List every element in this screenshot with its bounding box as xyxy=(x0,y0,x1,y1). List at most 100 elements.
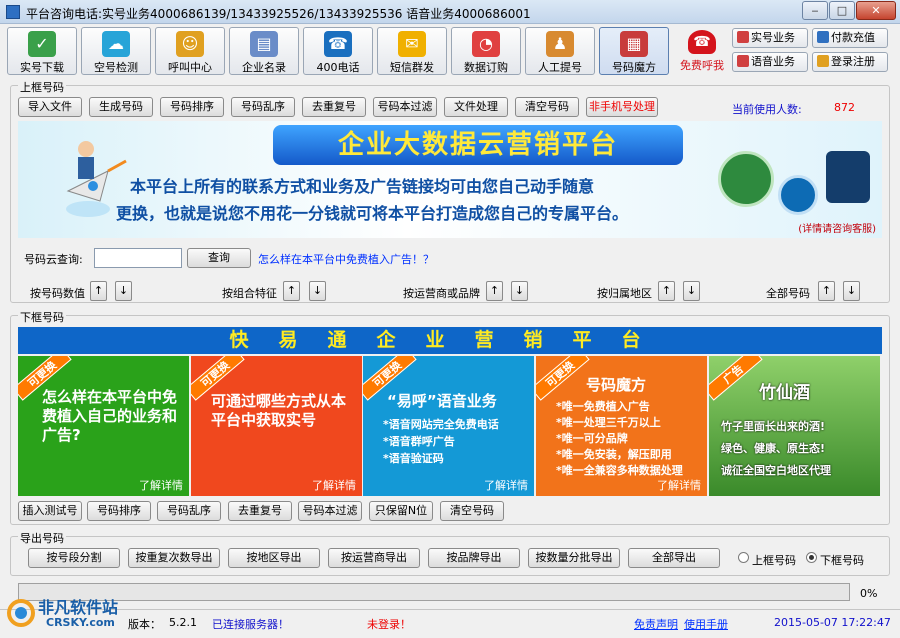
toolbar-400-phone-button[interactable]: ☎ 400电话 xyxy=(303,27,373,75)
close-button[interactable]: ✕ xyxy=(856,1,896,20)
card-more-link[interactable]: 了解详情 xyxy=(312,477,356,493)
card-more-link[interactable]: 了解详情 xyxy=(139,477,183,493)
toolbar-data-order-button[interactable]: ◔ 数据订购 xyxy=(451,27,521,75)
sort-carrier-up-button[interactable]: ↑ xyxy=(486,281,503,301)
lock-icon xyxy=(817,55,829,67)
sort-region-up-button[interactable]: ↑ xyxy=(658,281,675,301)
lower-frame-label: 下框号码 xyxy=(18,309,66,325)
cloud-upload-icon: ☁ xyxy=(102,31,130,57)
ad-help-link[interactable]: 怎么样在本平台中免费植入广告！？ xyxy=(258,251,434,267)
radio-lower-frame[interactable] xyxy=(806,552,817,563)
export-by-segment-button[interactable]: 按号段分割 xyxy=(28,548,120,568)
free-call-button[interactable]: ☎ 免费呼我 xyxy=(676,27,728,75)
ad-card-5[interactable]: 广告 竹仙酒 竹子里面长出来的酒! 绿色、健康、原生态! 诚征全国空白地区代理 xyxy=(709,356,880,496)
radio-upper-frame[interactable] xyxy=(738,552,749,563)
pie-chart-icon: ◔ xyxy=(472,31,500,57)
user-icon xyxy=(737,55,749,67)
sort-all-down-button[interactable]: ↓ xyxy=(843,281,860,301)
non-mobile-process-button[interactable]: 非手机号处理 xyxy=(586,97,658,117)
dedupe-button[interactable]: 去重复号 xyxy=(302,97,366,117)
card-line: 绿色、健康、原生态! xyxy=(721,442,826,455)
download-icon: ✓ xyxy=(28,31,56,57)
lower-clear-button[interactable]: 清空号码 xyxy=(440,501,504,521)
card-more-link[interactable]: 了解详情 xyxy=(657,477,701,493)
export-by-batch-button[interactable]: 按数量分批导出 xyxy=(528,548,620,568)
toolbar-manual-pick-button[interactable]: ♟ 人工提号 xyxy=(525,27,595,75)
server-status: 已连接服务器！ xyxy=(212,618,289,631)
promo-banner[interactable]: 企业大数据云营销平台 本平台上所有的联系方式和业务及广告链接均可由您自己动手随意… xyxy=(18,121,882,238)
datetime: 2015-05-07 17:22:47 xyxy=(774,616,891,629)
minimize-button[interactable]: ‒ xyxy=(802,1,828,20)
maximize-button[interactable]: □ xyxy=(829,1,855,20)
manual-link[interactable]: 使用手册 xyxy=(684,616,728,632)
toolbar-empty-check-button[interactable]: ☁ 空号检测 xyxy=(81,27,151,75)
toolbar-sms-button[interactable]: ✉ 短信群发 xyxy=(377,27,447,75)
people-icon: ☺ xyxy=(176,31,204,57)
toolbar-directory-button[interactable]: ▤ 企业名录 xyxy=(229,27,299,75)
file-process-button[interactable]: 文件处理 xyxy=(444,97,508,117)
main-toolbar: ✓ 实号下载 ☁ 空号检测 ☺ 呼叫中心 ▤ 企业名录 ☎ 400电话 ✉ 短信… xyxy=(0,25,900,77)
shuffle-numbers-button[interactable]: 号码乱序 xyxy=(231,97,295,117)
sort-numbers-button[interactable]: 号码排序 xyxy=(160,97,224,117)
sms-icon: ✉ xyxy=(398,31,426,57)
sort-all-up-button[interactable]: ↑ xyxy=(818,281,835,301)
card-more-link[interactable]: 了解详情 xyxy=(484,477,528,493)
lower-shuffle-button[interactable]: 号码乱序 xyxy=(157,501,221,521)
ad-card-4[interactable]: 可更换 号码魔方 *唯一免费植入广告 *唯一处理三千万以上 *唯一可分品牌 *唯… xyxy=(536,356,707,496)
disclaimer-link[interactable]: 免责声明 xyxy=(634,616,678,632)
voice-business-button[interactable]: 语音业务 xyxy=(732,52,808,72)
keep-n-digits-button[interactable]: 只保留N位 xyxy=(369,501,433,521)
card-title: “易呼”语音业务 xyxy=(387,392,497,410)
banner-refresh-icon xyxy=(778,175,818,215)
card-title: 可通过哪些方式从本平台中获取实号 xyxy=(211,392,347,429)
sort-carrier-down-button[interactable]: ↓ xyxy=(511,281,528,301)
sort-pattern-down-button[interactable]: ↓ xyxy=(309,281,326,301)
toolbar-real-download-button[interactable]: ✓ 实号下载 xyxy=(7,27,77,75)
export-by-brand-button[interactable]: 按品牌导出 xyxy=(428,548,520,568)
banner-detail-link[interactable]: (详情请咨询客服) xyxy=(798,220,876,235)
lower-dedupe-button[interactable]: 去重复号 xyxy=(228,501,292,521)
filter-numbers-button[interactable]: 号码本过滤 xyxy=(373,97,437,117)
card-line: 竹子里面长出来的酒! xyxy=(721,420,826,433)
ad-card-1[interactable]: 可更换 怎么样在本平台中免费植入自己的业务和广告? 了解详情 xyxy=(18,356,189,496)
watermark-logo-icon xyxy=(7,599,35,627)
payment-icon xyxy=(817,31,829,43)
clear-numbers-button[interactable]: 清空号码 xyxy=(515,97,579,117)
phone-icon: ☎ xyxy=(324,31,352,57)
sort-pattern-up-button[interactable]: ↑ xyxy=(283,281,300,301)
generate-numbers-button[interactable]: 生成号码 xyxy=(89,97,153,117)
real-business-button[interactable]: 实号业务 xyxy=(732,28,808,48)
users-label: 当前使用人数: xyxy=(732,103,802,116)
card-line: *唯一全兼容多种数据处理 xyxy=(556,464,683,477)
sort-value-down-button[interactable]: ↓ xyxy=(115,281,132,301)
toolbar-number-cube-button[interactable]: ▦ 号码魔方 xyxy=(599,27,669,75)
card-ribbon: 广告 xyxy=(709,356,763,401)
insert-test-number-button[interactable]: 插入测试号 xyxy=(18,501,82,521)
title-bar: 平台咨询电话:实号业务4000686139/13433925526/134339… xyxy=(0,0,900,24)
import-file-button[interactable]: 导入文件 xyxy=(18,97,82,117)
sort-by-carrier-label: 按运营商或品牌 xyxy=(403,287,480,300)
sort-value-up-button[interactable]: ↑ xyxy=(90,281,107,301)
export-by-repeat-button[interactable]: 按重复次数导出 xyxy=(128,548,220,568)
export-by-carrier-button[interactable]: 按运营商导出 xyxy=(328,548,420,568)
watermark-text: 非凡软件站 xyxy=(38,598,119,617)
ad-card-2[interactable]: 可更换 可通过哪些方式从本平台中获取实号 了解详情 xyxy=(191,356,362,496)
lower-filter-button[interactable]: 号码本过滤 xyxy=(298,501,362,521)
sort-by-region-label: 按归属地区 xyxy=(597,287,652,300)
app-icon xyxy=(6,5,20,19)
radio-lower-label: 下框号码 xyxy=(820,554,864,567)
users-count: 872 xyxy=(834,101,855,114)
lower-sort-button[interactable]: 号码排序 xyxy=(87,501,151,521)
export-by-region-button[interactable]: 按地区导出 xyxy=(228,548,320,568)
pay-recharge-button[interactable]: 付款充值 xyxy=(812,28,888,48)
sort-region-down-button[interactable]: ↓ xyxy=(683,281,700,301)
query-button[interactable]: 查询 xyxy=(187,248,251,268)
cube-icon: ▦ xyxy=(620,31,648,57)
login-register-button[interactable]: 登录注册 xyxy=(812,52,888,72)
toolbar-call-center-button[interactable]: ☺ 呼叫中心 xyxy=(155,27,225,75)
sort-by-value-label: 按号码数值 xyxy=(30,287,85,300)
cloud-query-input[interactable] xyxy=(94,248,182,268)
export-all-button[interactable]: 全部导出 xyxy=(628,548,720,568)
watermark-domain: CRSKY.com xyxy=(46,616,115,629)
ad-card-3[interactable]: 可更换 “易呼”语音业务 *语音网站完全免费电话 *语音群呼广告 *语音验证码 … xyxy=(363,356,534,496)
